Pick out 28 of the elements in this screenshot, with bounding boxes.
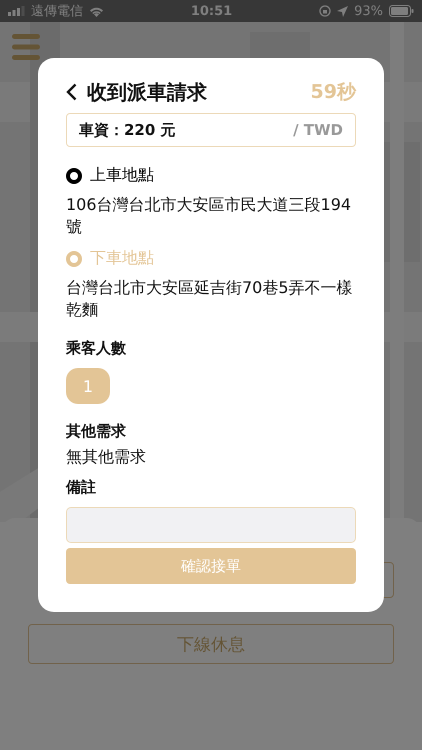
back-button[interactable] bbox=[66, 83, 77, 101]
battery-icon bbox=[389, 5, 414, 17]
address-text: 106台灣台北市大安區市民大道三段194號 bbox=[66, 194, 352, 238]
offline-button[interactable]: 下線休息 bbox=[28, 624, 394, 664]
rotation-lock-icon bbox=[319, 5, 332, 17]
wifi-icon bbox=[89, 6, 104, 16]
note-input[interactable] bbox=[66, 507, 356, 543]
countdown-timer: 59秒 bbox=[310, 80, 356, 105]
passenger-count: 1 bbox=[66, 368, 110, 404]
address-text: 台灣台北市大安區延吉街70巷5弄不一樣乾麵 bbox=[66, 277, 354, 321]
location-label: 上車地點 bbox=[90, 165, 154, 186]
currency-label: / TWD bbox=[293, 121, 343, 139]
dialog-title: 收到派車請求 bbox=[87, 78, 208, 106]
menu-icon[interactable] bbox=[12, 34, 40, 60]
location-label: 下車地點 bbox=[90, 248, 154, 269]
clock: 10:51 bbox=[190, 4, 234, 18]
battery-percent: 93% bbox=[354, 4, 383, 18]
confirm-button[interactable]: 確認接單 bbox=[66, 548, 356, 584]
signal-icon bbox=[8, 6, 25, 16]
section-label: 乘客人數 bbox=[66, 339, 127, 358]
fare-amount: 220 元 bbox=[124, 120, 177, 140]
section-label: 備註 bbox=[66, 478, 97, 497]
carrier-name: 遠傳電信 bbox=[31, 3, 83, 20]
fare-label: 車資： bbox=[79, 120, 124, 140]
requests-text: 無其他需求 bbox=[66, 447, 147, 468]
section-label: 其他需求 bbox=[66, 422, 127, 441]
back-chevron-icon bbox=[66, 83, 77, 101]
location-arrow-icon bbox=[337, 6, 348, 16]
